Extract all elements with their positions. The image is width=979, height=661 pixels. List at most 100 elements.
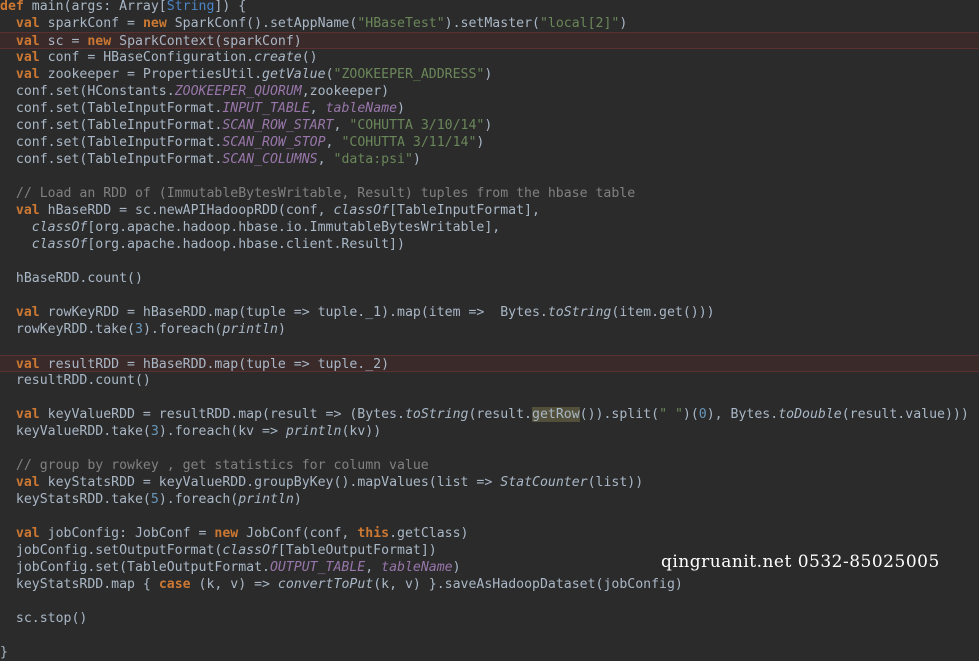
code-token: 5 <box>150 492 159 507</box>
code-token: ). <box>142 322 159 337</box>
code-line[interactable]: keyStatsRDD.take(5).foreach(println) <box>0 491 979 508</box>
code-token: conf.set(TableInputFormat. <box>15 152 223 167</box>
code-line[interactable]: def main(args: Array[String]) { <box>0 0 979 15</box>
code-token: (result. <box>468 407 533 422</box>
code-line[interactable] <box>0 253 979 270</box>
code-line[interactable] <box>0 440 979 457</box>
code-line[interactable]: val conf = HBaseConfiguration.create() <box>0 49 979 66</box>
code-token: println <box>285 424 342 439</box>
code-line[interactable]: sc.stop() <box>0 610 979 627</box>
code-token: 0 <box>698 407 707 422</box>
code-token: keyStatsRDD.map { <box>15 577 159 592</box>
code-line[interactable]: val keyValueRDD = resultRDD.map(result =… <box>0 406 979 423</box>
code-token: (k, v) }. <box>373 577 445 592</box>
code-token: (k, v) => <box>190 577 278 592</box>
code-token: "local[2]" <box>539 16 620 31</box>
code-token: INPUT_TABLE <box>222 101 310 116</box>
code-token: [TableOutputFormat]) <box>277 543 437 558</box>
code-line[interactable]: } <box>0 644 979 661</box>
code-line[interactable]: val rowKeyRDD = hBaseRDD.map(tuple => tu… <box>0 304 979 321</box>
code-line[interactable] <box>0 508 979 525</box>
code-token: val <box>15 16 40 31</box>
code-token: classOf <box>31 220 88 235</box>
code-token: ()).split( <box>579 407 660 422</box>
code-line[interactable] <box>0 338 979 355</box>
code-token: conf.set(TableInputFormat. <box>15 135 223 150</box>
code-token: ) <box>412 152 421 167</box>
code-token: (jobConfig) <box>595 577 683 592</box>
code-line[interactable]: classOf[org.apache.hadoop.hbase.io.Immut… <box>0 219 979 236</box>
code-token: new <box>87 34 112 49</box>
code-line[interactable]: hBaseRDD.count() <box>0 270 979 287</box>
code-token: "COHUTTA 3/11/14" <box>341 135 477 150</box>
code-token: // group by rowkey , get statistics for … <box>15 458 429 473</box>
code-line[interactable]: val jobConfig: JobConf = new JobConf(con… <box>0 525 979 542</box>
code-line[interactable]: classOf[org.apache.hadoop.hbase.client.R… <box>0 236 979 253</box>
code-token: groupByKey <box>254 475 334 490</box>
code-token: new <box>214 526 239 541</box>
code-token: sc.stop() <box>15 611 88 626</box>
code-token: rowKeyRDD.take( <box>15 322 135 337</box>
code-token: rowKeyRDD = hBaseRDD.map(tuple => tuple.… <box>39 305 548 320</box>
code-line[interactable]: val keyStatsRDD = keyValueRDD.groupByKey… <box>0 474 979 491</box>
code-token: saveAsHadoopDataset <box>444 577 596 592</box>
code-line[interactable]: conf.set(TableInputFormat.SCAN_COLUMNS, … <box>0 151 979 168</box>
code-token: StatCounter <box>500 475 588 490</box>
code-line[interactable] <box>0 168 979 185</box>
code-token: val <box>15 203 40 218</box>
code-line[interactable]: resultRDD.count() <box>0 372 979 389</box>
code-line[interactable] <box>0 287 979 304</box>
code-token: create <box>254 50 302 65</box>
code-line[interactable]: val hBaseRDD = sc.newAPIHadoopRDD(conf, … <box>0 202 979 219</box>
code-line[interactable]: rowKeyRDD.take(3).foreach(println) <box>0 321 979 338</box>
code-line[interactable]: val zookeeper = PropertiesUtil.getValue(… <box>0 66 979 83</box>
code-token: , <box>325 135 342 150</box>
code-line[interactable]: val resultRDD = hBaseRDD.map(tuple => tu… <box>0 355 979 372</box>
code-token: conf = HBaseConfiguration. <box>39 50 255 65</box>
code-line[interactable]: keyStatsRDD.map { case (k, v) => convert… <box>0 576 979 593</box>
code-token: , <box>365 560 382 575</box>
code-token: main(args: Array[ <box>23 0 167 14</box>
code-token: ). <box>158 424 175 439</box>
code-line[interactable]: val sparkConf = new SparkConf().setAppNa… <box>0 15 979 32</box>
code-token: ZOOKEEPER_QUORUM <box>174 84 302 99</box>
code-token: OUTPUT_TABLE <box>269 560 366 575</box>
code-token: val <box>15 50 40 65</box>
code-token: SparkContext(sparkConf) <box>111 34 302 49</box>
code-token: [TableInputFormat], <box>389 203 540 218</box>
code-line[interactable]: // Load an RDD of (ImmutableBytesWritabl… <box>0 185 979 202</box>
code-token: classOf <box>222 543 278 558</box>
code-line[interactable]: conf.set(TableInputFormat.SCAN_ROW_STOP,… <box>0 134 979 151</box>
code-token: conf.set(TableInputFormat. <box>15 118 223 133</box>
code-line[interactable]: conf.set(TableInputFormat.INPUT_TABLE, t… <box>0 100 979 117</box>
code-token: SCAN_ROW_STOP <box>222 135 326 150</box>
code-token: .getClass) <box>389 526 469 541</box>
code-line[interactable]: conf.set(HConstants.ZOOKEEPER_QUORUM,zoo… <box>0 83 979 100</box>
code-token: ( <box>325 67 334 82</box>
code-line[interactable] <box>0 389 979 406</box>
code-token: resultRDD = hBaseRDD.map(tuple => tuple.… <box>39 357 390 372</box>
code-line[interactable]: val sc = new SparkContext(sparkConf) <box>0 32 979 49</box>
code-line[interactable]: // group by rowkey , get statistics for … <box>0 457 979 474</box>
code-token: mapValues <box>357 475 429 490</box>
code-line[interactable]: conf.set(TableInputFormat.SCAN_ROW_START… <box>0 117 979 134</box>
code-token: zookeeper = PropertiesUtil. <box>39 67 263 82</box>
code-line[interactable]: keyValueRDD.take(3).foreach(kv => printl… <box>0 423 979 440</box>
code-line[interactable] <box>0 593 979 610</box>
code-line[interactable] <box>0 627 979 644</box>
